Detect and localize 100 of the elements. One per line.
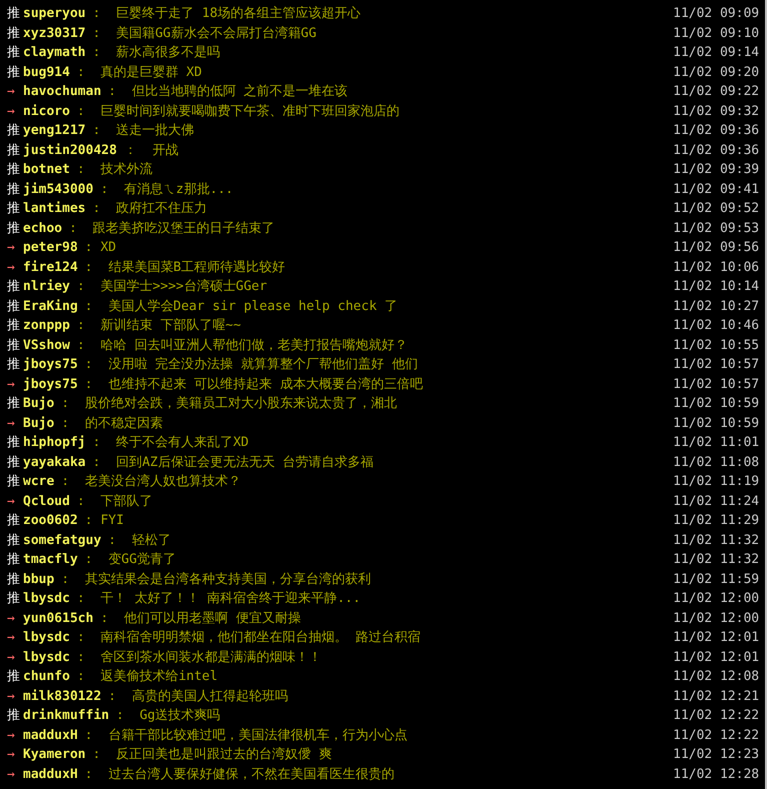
comment-text: : 新训结束 下部队了喔~~ [76,317,241,335]
username: drinkmuffin [23,707,110,725]
timestamp: 11/02 09:56 [673,239,760,257]
timestamp: 11/02 09:41 [673,180,760,198]
comment-text: : 下部队了 [76,492,152,510]
push-tag: 推 [0,589,23,608]
timestamp: 11/02 10:59 [673,395,760,413]
push-tag: 推 [0,316,23,336]
timestamp: 11/02 11:19 [673,473,760,491]
timestamp: 11/02 12:23 [673,746,760,764]
push-tag: 推 [0,62,23,82]
push-tag: 推 [0,218,23,238]
timestamp: 11/02 12:00 [673,610,760,628]
timestamp: 11/02 09:32 [673,102,760,120]
comment-text: : 干！ 太好了！！ 南科宿舍终于迎来平静... [76,590,361,608]
username: hiphopfj [23,434,86,452]
timestamp: 11/02 09:14 [673,44,760,62]
comment-text: : 跟老美挤吃汉堡王的日子结束了 [69,220,275,238]
push-tag: 推 [0,355,23,374]
username: bbup [23,570,54,588]
arrow-tag: → [0,238,23,258]
comment-text: : 政府扛不住压力 [92,200,208,218]
username: nlriey [23,278,70,296]
username: Bujo [23,414,54,432]
arrow-tag: → [0,764,23,784]
timestamp: 11/02 10:27 [673,298,760,316]
username: somefatguy [23,532,102,550]
timestamp: 11/02 10:57 [673,376,760,394]
comment-text: : 终于不会有人来乱了XD [92,434,249,452]
arrow-tag: → [0,492,23,511]
username: madduxH [23,766,78,784]
username: VSshow [23,336,70,354]
username: lbysdc [23,648,70,666]
comment-text: : 南科宿舍明明禁烟，他们都坐在阳台抽烟。 路过台积宿 [76,629,420,647]
timestamp: 11/02 09:20 [673,64,760,82]
timestamp: 11/02 12:21 [673,688,760,706]
timestamp: 11/02 12:01 [673,629,760,647]
push-tag: 推 [0,530,23,550]
push-tag: 推 [0,433,23,452]
arrow-tag: → [0,414,23,433]
timestamp: 11/02 11:59 [673,570,760,588]
comment-text: : 结果美国菜B工程师待遇比较好 [84,258,286,276]
username: chunfo [23,668,70,686]
username: tmacfly [23,551,78,569]
comment-text: : 变GG觉青了 [84,551,176,569]
username: bug914 [23,64,70,82]
comment-text: : 他们可以用老墨啊 便宜又耐操 [100,610,301,628]
comment-text: : 哈哈 回去叫亚洲人帮他们做，老美打报告嘴炮就好？ [76,336,408,354]
timestamp: 11/02 11:32 [673,532,760,550]
comment-text: : 也维持不起来 可以维持起来 成本大概要台湾的三倍吧 [84,376,423,394]
username: milk830122 [23,688,102,706]
comment-text: : 巨婴时间到就要喝咖费下午茶、准时下班回家泡店的 [76,102,400,120]
username: lbysdc [23,590,70,608]
comment-text: : 送走一批大佛 [92,122,194,140]
push-tag: 推 [0,24,23,43]
username: madduxH [23,726,78,744]
push-tag: 推 [0,140,23,160]
arrow-tag: → [0,374,23,394]
timestamp: 11/02 10:57 [673,356,760,374]
timestamp: 11/02 09:36 [673,122,760,140]
username: jboys75 [23,356,78,374]
push-tag: 推 [0,180,23,199]
push-tag: 推 [0,452,23,472]
comment-text: : 台籍干部比较难过吧，美国法律很机车，行为小心点 [84,726,408,744]
username: jboys75 [23,376,78,394]
comment-text: : 轻松了 [108,532,171,550]
timestamp: 11/02 10:14 [673,278,760,296]
comment-text: ： 开战 [124,142,179,160]
push-tag: 推 [0,667,23,686]
timestamp: 11/02 11:29 [673,512,760,530]
timestamp: 11/02 10:59 [673,414,760,432]
arrow-tag: → [0,726,23,745]
push-tag: 推 [0,199,23,218]
timestamp: 11/02 09:22 [673,83,760,101]
comment-text: : 过去台湾人要保好健保，不然在美国看医生很贵的 [84,766,394,784]
username: havochuman [23,83,102,101]
timestamp: 11/02 10:46 [673,317,760,335]
push-tag: 推 [0,336,23,355]
timestamp: 11/02 09:09 [673,5,760,23]
comment-text: : 美国人学会Dear sir please help check 了 [84,298,398,316]
timestamp: 11/02 11:24 [673,492,760,510]
comment-text: : 真的是巨婴群 XD [76,64,202,82]
comment-text: : 有消息ㄟz那批... [100,180,234,198]
push-tag: 推 [0,121,23,140]
timestamp: 11/02 10:06 [673,258,760,276]
timestamp: 11/02 12:08 [673,668,760,686]
comment-text: : 的不稳定因素 [61,414,163,432]
arrow-tag: → [0,82,23,102]
username: justin200428 [23,142,117,160]
username: peter98 [23,239,78,257]
username: yeng1217 [23,122,86,140]
arrow-tag: → [0,648,23,667]
push-tag: 推 [0,4,23,24]
push-tag: 推 [0,296,23,316]
username: jim543000 [23,180,94,198]
comment-text: : 高贵的美国人扛得起轮班吗 [108,688,288,706]
comment-text: : XD [84,239,116,257]
arrow-tag: → [0,258,23,277]
arrow-tag: → [0,102,23,121]
timestamp: 11/02 12:22 [673,707,760,725]
